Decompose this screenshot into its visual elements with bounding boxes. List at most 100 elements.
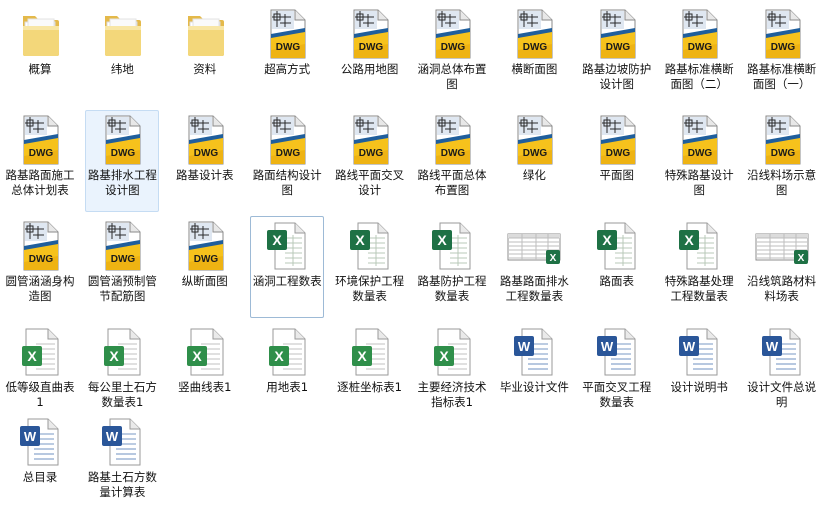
file-item[interactable]: DWG 特殊路基设计图 bbox=[662, 110, 736, 212]
svg-text:X: X bbox=[192, 348, 202, 364]
file-item[interactable]: X 路基路面排水工程数量表 bbox=[497, 216, 571, 318]
file-name-label: 公路用地图 bbox=[340, 62, 399, 76]
svg-text:DWG: DWG bbox=[29, 148, 54, 159]
excel-file-icon: X bbox=[587, 220, 647, 272]
word-file-icon: W bbox=[752, 326, 812, 378]
excel-file-icon: X bbox=[257, 220, 317, 272]
file-item[interactable]: W 平面交叉工程数量表 bbox=[580, 322, 654, 424]
file-name-label: 逐桩坐标表1 bbox=[337, 380, 402, 394]
svg-text:W: W bbox=[24, 429, 37, 444]
file-item[interactable]: X 主要经济技术指标表1 bbox=[415, 322, 489, 424]
file-name-label: 超高方式 bbox=[264, 62, 311, 76]
file-item[interactable]: DWG 路线平面总体布置图 bbox=[415, 110, 489, 212]
file-name-label: 低等级直曲表1 bbox=[5, 380, 75, 409]
file-item[interactable]: DWG 平面图 bbox=[580, 110, 654, 212]
dwg-file-icon: DWG bbox=[92, 220, 152, 272]
file-item[interactable]: X 用地表1 bbox=[250, 322, 324, 424]
file-name-label: 竖曲线表1 bbox=[178, 380, 232, 394]
svg-text:DWG: DWG bbox=[441, 42, 466, 53]
file-item[interactable]: DWG 路基排水工程设计图 bbox=[85, 110, 160, 212]
file-item[interactable]: X 涵洞工程数表 bbox=[250, 216, 325, 318]
file-item[interactable]: DWG 路基标准横断面图（一） bbox=[745, 4, 819, 106]
dwg-file-icon: DWG bbox=[422, 114, 482, 166]
excel-file-icon: X bbox=[340, 220, 400, 272]
file-item[interactable]: DWG 圆管涵预制管节配筋图 bbox=[85, 216, 159, 318]
dwg-file-icon: DWG bbox=[669, 114, 729, 166]
file-item[interactable]: W 设计说明书 bbox=[662, 322, 736, 424]
file-name-label: 纬地 bbox=[110, 62, 134, 76]
file-item[interactable]: X 特殊路基处理工程数量表 bbox=[662, 216, 736, 318]
file-item[interactable]: DWG 路基路面施工总体计划表 bbox=[3, 110, 77, 212]
dwg-file-icon: DWG bbox=[92, 114, 152, 166]
svg-text:DWG: DWG bbox=[111, 254, 136, 265]
svg-text:X: X bbox=[110, 348, 120, 364]
dwg-file-icon: DWG bbox=[587, 8, 647, 60]
svg-text:DWG: DWG bbox=[441, 148, 466, 159]
file-item[interactable]: DWG 超高方式 bbox=[250, 4, 324, 106]
word-file-icon: W bbox=[587, 326, 647, 378]
file-item[interactable]: W 设计文件总说明 bbox=[745, 322, 819, 424]
file-item[interactable]: X 竖曲线表1 bbox=[168, 322, 242, 424]
file-item[interactable]: DWG 沿线料场示意图 bbox=[745, 110, 819, 212]
file-name-label: 主要经济技术指标表1 bbox=[417, 380, 487, 409]
word-file-icon: W bbox=[92, 416, 152, 468]
file-item[interactable]: DWG 横断面图 bbox=[497, 4, 571, 106]
file-item[interactable]: DWG 路基边坡防护设计图 bbox=[580, 4, 654, 106]
file-item[interactable]: DWG 路面结构设计图 bbox=[250, 110, 324, 212]
svg-text:DWG: DWG bbox=[358, 42, 383, 53]
file-name-label: 路基设计表 bbox=[176, 168, 234, 182]
svg-text:DWG: DWG bbox=[111, 148, 136, 159]
svg-text:DWG: DWG bbox=[770, 42, 795, 53]
word-file-icon: W bbox=[669, 326, 729, 378]
svg-text:X: X bbox=[437, 232, 447, 248]
file-item[interactable]: DWG 公路用地图 bbox=[333, 4, 407, 106]
folder-icon bbox=[92, 8, 152, 60]
file-item[interactable]: DWG 纵断面图 bbox=[168, 216, 242, 318]
file-item[interactable]: W 总目录 bbox=[3, 412, 77, 514]
file-name-label: 概算 bbox=[28, 62, 52, 76]
file-item[interactable]: DWG 涵洞总体布置图 bbox=[415, 4, 489, 106]
file-item[interactable]: X 路面表 bbox=[580, 216, 654, 318]
dwg-file-icon: DWG bbox=[175, 114, 235, 166]
file-name-label: 绿化 bbox=[522, 168, 546, 182]
svg-text:DWG: DWG bbox=[29, 254, 54, 265]
file-name-label: 环境保护工程数量表 bbox=[335, 274, 405, 303]
file-name-label: 路面表 bbox=[599, 274, 635, 288]
svg-text:W: W bbox=[106, 429, 119, 444]
file-item[interactable]: DWG 路线平面交叉设计 bbox=[333, 110, 407, 212]
file-name-label: 用地表1 bbox=[266, 380, 309, 394]
svg-text:DWG: DWG bbox=[523, 42, 548, 53]
file-name-label: 路基边坡防护设计图 bbox=[582, 62, 652, 91]
dwg-file-icon: DWG bbox=[669, 8, 729, 60]
file-name-label: 路线平面总体布置图 bbox=[417, 168, 487, 197]
file-name-label: 路基路面排水工程数量表 bbox=[499, 274, 569, 303]
svg-text:DWG: DWG bbox=[606, 148, 631, 159]
excel-legacy-icon: X bbox=[175, 326, 235, 378]
dwg-file-icon: DWG bbox=[504, 114, 564, 166]
file-name-label: 路基土石方数量计算表 bbox=[87, 470, 157, 499]
svg-text:DWG: DWG bbox=[276, 148, 301, 159]
svg-text:X: X bbox=[602, 232, 612, 248]
file-item[interactable]: X 环境保护工程数量表 bbox=[333, 216, 407, 318]
file-item[interactable]: DWG 绿化 bbox=[497, 110, 571, 212]
svg-text:DWG: DWG bbox=[770, 148, 795, 159]
file-item[interactable]: W 路基土石方数量计算表 bbox=[85, 412, 159, 514]
file-item[interactable]: X 逐桩坐标表1 bbox=[333, 322, 407, 424]
file-item[interactable]: 概算 bbox=[3, 4, 77, 106]
file-name-label: 横断面图 bbox=[511, 62, 558, 76]
file-item[interactable]: X 沿线筑路材料料场表 bbox=[745, 216, 819, 318]
file-item[interactable]: W 毕业设计文件 bbox=[497, 322, 571, 424]
file-item[interactable]: X 路基防护工程数量表 bbox=[415, 216, 489, 318]
file-item[interactable]: X 低等级直曲表1 bbox=[3, 322, 77, 424]
file-name-label: 圆管涵预制管节配筋图 bbox=[87, 274, 157, 303]
dwg-file-icon: DWG bbox=[340, 8, 400, 60]
file-item[interactable]: DWG 路基设计表 bbox=[168, 110, 242, 212]
word-file-icon: W bbox=[504, 326, 564, 378]
file-item[interactable]: 资料 bbox=[168, 4, 242, 106]
svg-text:X: X bbox=[685, 232, 695, 248]
file-item[interactable]: 纬地 bbox=[85, 4, 159, 106]
file-item[interactable]: DWG 路基标准横断面图（二） bbox=[662, 4, 736, 106]
file-item[interactable]: X 每公里土石方数量表1 bbox=[85, 322, 159, 424]
file-item[interactable]: DWG 圆管涵涵身构造图 bbox=[3, 216, 77, 318]
svg-text:X: X bbox=[27, 348, 37, 364]
